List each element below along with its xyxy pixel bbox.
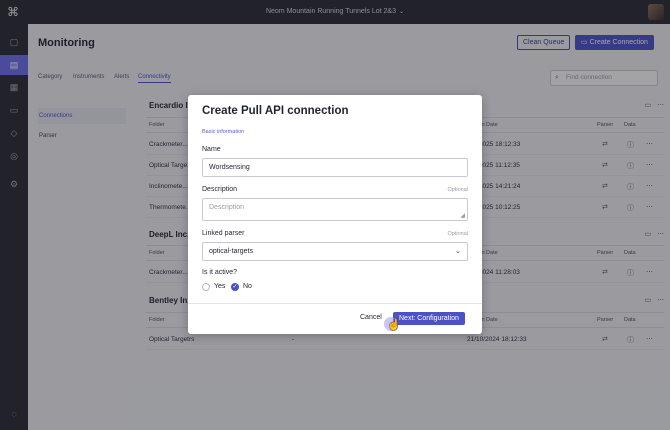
description-label: Description: [202, 186, 238, 193]
modal-section-label: Basic information: [202, 129, 245, 135]
hand-cursor-icon: ☝: [387, 319, 401, 331]
parser-select[interactable]: optical-targets ⌄: [202, 242, 468, 261]
modal-footer-divider: [188, 303, 482, 304]
cancel-button[interactable]: Cancel: [360, 314, 382, 321]
no-radio[interactable]: ✓: [231, 283, 239, 291]
active-label: Is it active?: [202, 269, 238, 276]
yes-radio[interactable]: [202, 283, 210, 291]
create-connection-modal: Create Pull API connection Basic informa…: [188, 95, 482, 334]
name-input[interactable]: Wordsensing: [202, 158, 468, 177]
description-textarea[interactable]: Description ◢: [202, 198, 468, 221]
description-placeholder: Description: [209, 204, 245, 211]
resize-handle-icon[interactable]: ◢: [460, 212, 465, 220]
next-configuration-button[interactable]: Next: Configuration: [393, 312, 465, 325]
chevron-down-icon: ⌄: [455, 248, 461, 255]
modal-title: Create Pull API connection: [202, 105, 349, 117]
parser-label: Linked parser: [202, 230, 245, 237]
parser-selected-value: optical-targets: [209, 248, 253, 255]
parser-optional: Optional: [447, 231, 469, 237]
yes-label[interactable]: Yes: [214, 283, 225, 291]
description-optional: Optional: [447, 187, 469, 193]
name-label: Name: [202, 146, 221, 153]
no-label[interactable]: No: [243, 283, 252, 291]
